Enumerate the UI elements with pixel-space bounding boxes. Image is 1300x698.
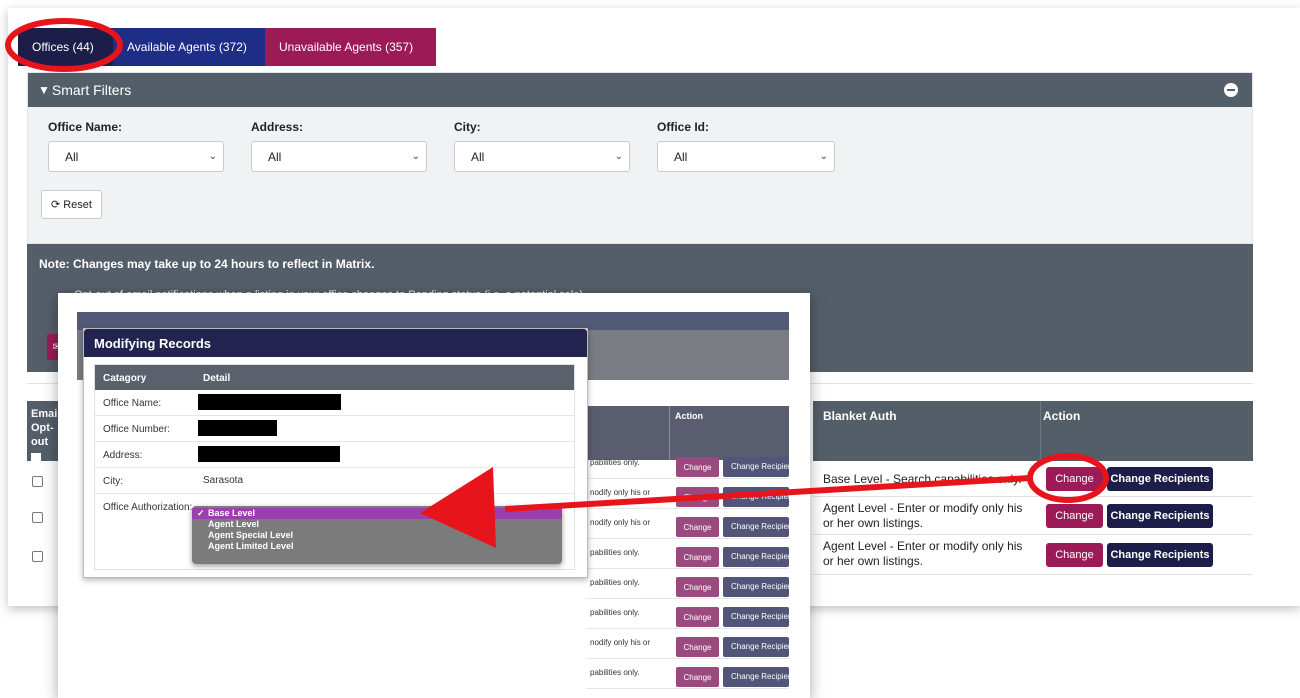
smart-filters-title: Smart Filters bbox=[51, 82, 132, 98]
tab-available-agents[interactable]: Available Agents (372) bbox=[113, 28, 265, 66]
table-row: Base Level - Search capabilities only. C… bbox=[813, 461, 1253, 497]
dropdown-option-agent-level[interactable]: Agent Level bbox=[192, 519, 562, 530]
change-button[interactable]: Change bbox=[1046, 543, 1103, 567]
chevron-down-icon: ⌄ bbox=[208, 151, 217, 162]
address-row: Address: bbox=[95, 442, 574, 468]
smart-filters-panel: ▼ Smart Filters Office Name: Address: Ci… bbox=[27, 72, 1253, 244]
modifying-records-screenshot: Action pabilities only. Change Change Reci… bbox=[58, 293, 810, 698]
redacted-value bbox=[198, 394, 341, 410]
row-checkbox[interactable] bbox=[32, 551, 43, 562]
row-checkbox[interactable] bbox=[32, 476, 43, 487]
chevron-down-icon: ⌄ bbox=[411, 151, 420, 162]
table-row: pabilities only.ChangeChange Recipients bbox=[586, 659, 789, 689]
chevron-down-icon: ⌄ bbox=[614, 151, 623, 162]
city-label: City: bbox=[454, 120, 481, 134]
change-button[interactable]: Change bbox=[676, 487, 719, 507]
dropdown-option-agent-special-level[interactable]: Agent Special Level bbox=[192, 530, 562, 541]
category-header: Catagory bbox=[103, 373, 147, 384]
blanket-auth-header: Blanket Auth bbox=[823, 409, 897, 423]
redacted-value bbox=[198, 420, 277, 436]
address-select[interactable]: All ⌄ bbox=[251, 141, 427, 172]
office-authorization-dropdown[interactable]: ✓ Base Level Agent Level Agent Special L… bbox=[192, 506, 562, 564]
refresh-icon: ⟳ bbox=[51, 199, 61, 211]
blanket-auth-cell: Agent Level - Enter or modify only his o… bbox=[823, 501, 1023, 530]
office-name-label: Office Name: bbox=[48, 120, 123, 134]
change-button[interactable]: Change bbox=[676, 667, 719, 687]
change-recipients-button[interactable]: Change Recipients bbox=[723, 577, 789, 597]
filter-icon: ▼ bbox=[38, 83, 50, 97]
change-recipients-button[interactable]: Change Recipients bbox=[723, 457, 789, 477]
change-recipients-button[interactable]: Change Recipients bbox=[723, 637, 789, 657]
city-value: Sarasota bbox=[203, 475, 244, 486]
table-row: nodify only his orChangeChange Recipient… bbox=[586, 479, 789, 509]
tab-offices[interactable]: Offices (44) bbox=[18, 28, 120, 66]
change-button[interactable]: Change bbox=[676, 637, 719, 657]
change-button[interactable]: Change bbox=[676, 577, 719, 597]
change-recipients-button[interactable]: Change Recipients bbox=[723, 517, 789, 537]
table-row: pabilities only.ChangeChange Recipients bbox=[586, 599, 789, 629]
tab-unavailable-agents[interactable]: Unavailable Agents (357) bbox=[265, 28, 436, 66]
reset-button[interactable]: ⟳ Reset bbox=[41, 190, 102, 219]
popup-table: Action pabilities only. Change Change Reci… bbox=[586, 391, 789, 691]
smart-filters-header[interactable]: ▼ Smart Filters bbox=[28, 73, 1252, 107]
office-id-select[interactable]: All ⌄ bbox=[657, 141, 835, 172]
change-button[interactable]: Change bbox=[1046, 504, 1103, 528]
office-name-row: Office Name: bbox=[95, 390, 574, 416]
change-recipients-button[interactable]: Change Recipients bbox=[1107, 543, 1213, 567]
table-row: nodify only his orChangeChange Recipient… bbox=[586, 629, 789, 659]
dropdown-option-agent-limited-level[interactable]: Agent Limited Level bbox=[192, 541, 562, 552]
change-recipients-button[interactable]: Change Recipients bbox=[1107, 504, 1213, 528]
change-button[interactable]: Change bbox=[676, 547, 719, 567]
table-row: pabilities only.ChangeChange Recipients bbox=[586, 539, 789, 569]
blanket-auth-cell: Agent Level - Enter or modify only his o… bbox=[823, 539, 1023, 568]
office-name-select[interactable]: All ⌄ bbox=[48, 141, 224, 172]
office-id-label: Office Id: bbox=[657, 120, 710, 134]
row-checkbox[interactable] bbox=[32, 512, 43, 523]
change-recipients-button[interactable]: Change Recipients bbox=[1107, 467, 1213, 491]
change-recipients-button[interactable]: Change Recipients bbox=[723, 607, 789, 627]
popup-action-header: Action bbox=[675, 411, 703, 421]
table-row: pabilities only.ChangeChange Recipients bbox=[586, 449, 789, 479]
change-button[interactable]: Change bbox=[676, 517, 719, 537]
office-number-row: Office Number: bbox=[95, 416, 574, 442]
address-label: Address: bbox=[251, 120, 304, 134]
modal-table-header: Catagory Detail bbox=[95, 365, 574, 390]
table-row: Agent Level - Enter or modify only his o… bbox=[813, 535, 1253, 575]
change-button[interactable]: Change bbox=[676, 607, 719, 627]
city-row: City: Sarasota bbox=[95, 468, 574, 494]
dropdown-option-base-level[interactable]: ✓ Base Level bbox=[192, 508, 562, 519]
change-recipients-button[interactable]: Change Recipients bbox=[723, 547, 789, 567]
select-all-checkbox[interactable] bbox=[31, 453, 41, 463]
table-row: Agent Level - Enter or modify only his o… bbox=[813, 497, 1253, 535]
note-text: Note: Changes may take up to 24 hours to… bbox=[39, 257, 375, 271]
action-header: Action bbox=[1043, 409, 1081, 423]
table-row: nodify only his orChangeChange Recipient… bbox=[586, 509, 789, 539]
change-recipients-button[interactable]: Change Recipients bbox=[723, 487, 789, 507]
blanket-auth-cell: Base Level - Search capabilities only. bbox=[823, 472, 1022, 486]
screenshot-composite: Offices (44) Available Agents (372) Unav… bbox=[0, 0, 1300, 698]
table-row: pabilities only.ChangeChange Recipients bbox=[586, 569, 789, 599]
change-recipients-button[interactable]: Change Recipients bbox=[723, 667, 789, 687]
chevron-down-icon: ⌄ bbox=[819, 151, 828, 162]
table-header: Blanket Auth Action bbox=[813, 401, 1253, 461]
checkmark-icon: ✓ bbox=[197, 508, 205, 518]
detail-header: Detail bbox=[203, 373, 231, 384]
change-button[interactable]: Change bbox=[1046, 467, 1103, 491]
city-select[interactable]: All ⌄ bbox=[454, 141, 630, 172]
modal-title: Modifying Records bbox=[84, 329, 587, 357]
change-button[interactable]: Change bbox=[676, 457, 719, 477]
redacted-value bbox=[198, 446, 340, 462]
collapse-icon[interactable] bbox=[1224, 83, 1238, 97]
